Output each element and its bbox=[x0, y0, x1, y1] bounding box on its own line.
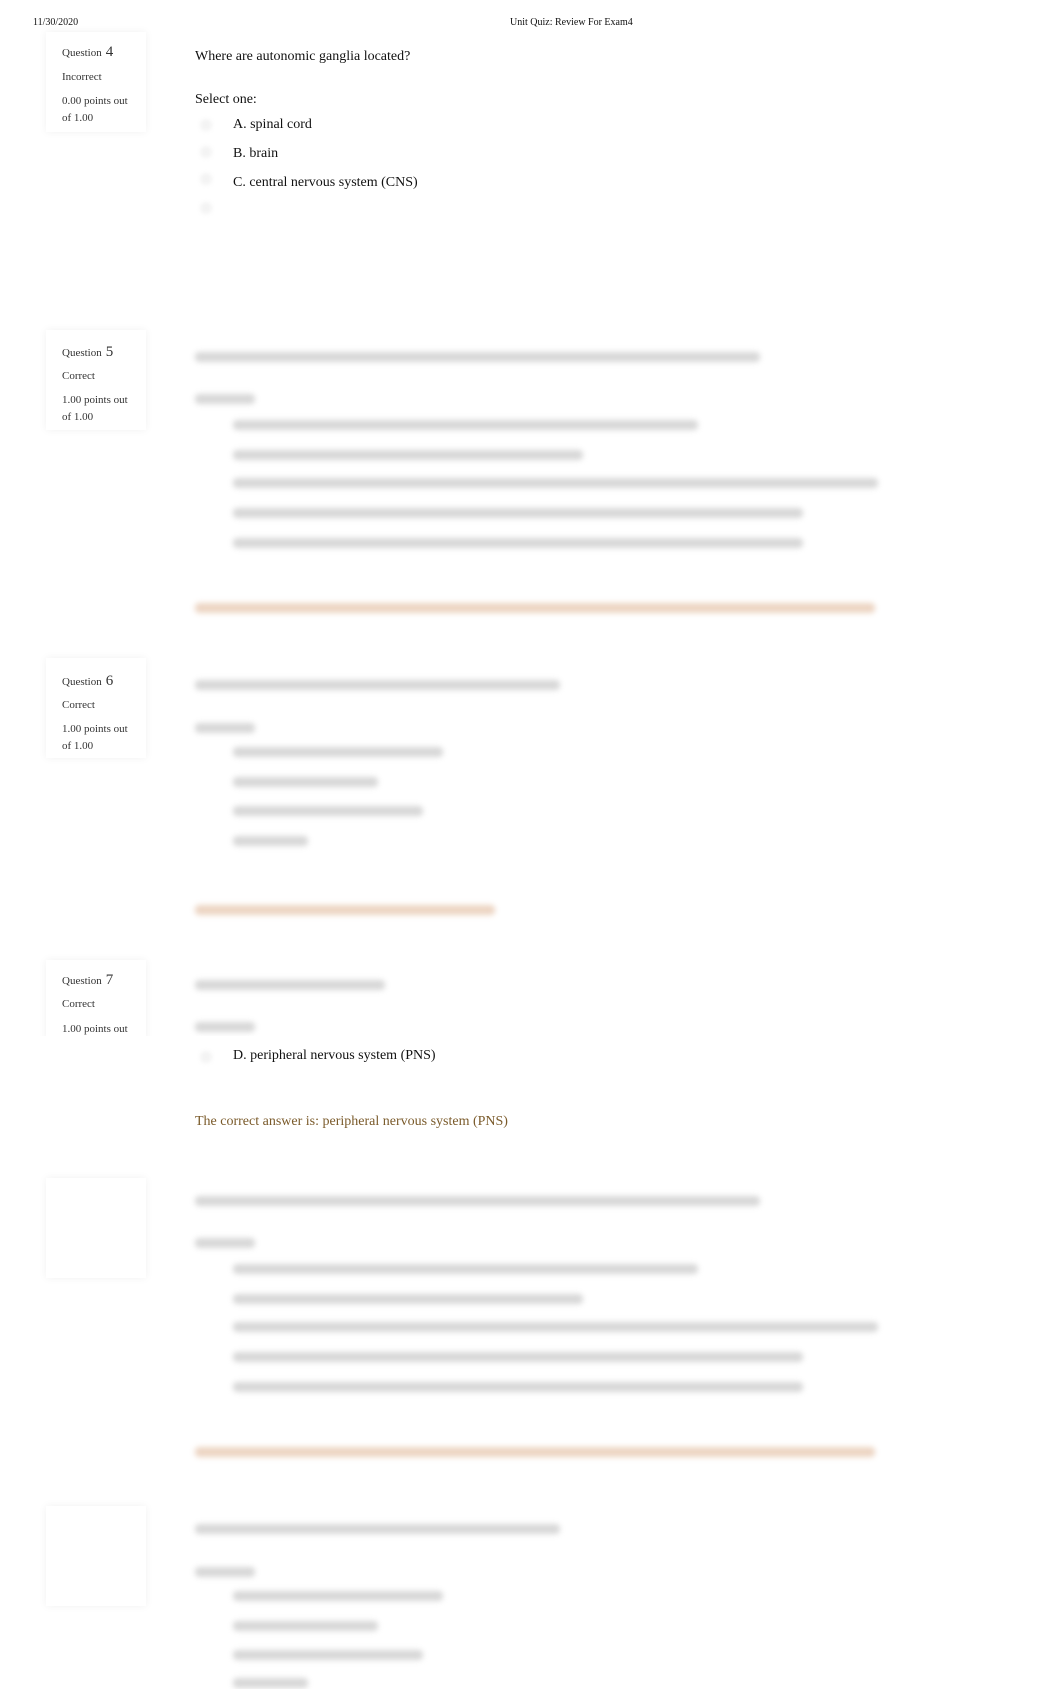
question-info-box bbox=[46, 1506, 146, 1606]
blurred-question-text bbox=[195, 1196, 760, 1206]
question-state: Incorrect bbox=[62, 71, 102, 83]
blurred-option bbox=[233, 1650, 423, 1660]
blurred-feedback bbox=[195, 603, 875, 613]
question-label: Question 6 bbox=[62, 673, 113, 690]
blurred-prompt bbox=[195, 394, 255, 404]
question-state: Correct bbox=[62, 998, 95, 1010]
blurred-option bbox=[233, 777, 378, 787]
blurred-option bbox=[233, 1678, 308, 1688]
print-date: 11/30/2020 bbox=[33, 17, 79, 28]
points-line-1: 1.00 points out bbox=[62, 394, 128, 406]
question-number: 4 bbox=[105, 44, 114, 60]
question-label-text: Question bbox=[62, 347, 102, 359]
page-title: Unit Quiz: Review For Exam4 bbox=[510, 17, 633, 28]
option-d[interactable]: D. peripheral nervous system (PNS) bbox=[233, 1048, 436, 1064]
question-points: 1.00 points out of 1.00 bbox=[62, 721, 128, 755]
question-label-text: Question bbox=[62, 975, 102, 987]
question-label: Question 4 bbox=[62, 44, 113, 61]
blurred-feedback bbox=[195, 905, 495, 915]
points-line-1: 1.00 points out bbox=[62, 723, 128, 735]
question-state: Correct bbox=[62, 370, 95, 382]
blurred-option bbox=[233, 1322, 878, 1332]
blurred-option bbox=[233, 747, 443, 757]
blurred-prompt bbox=[195, 723, 255, 733]
question-text: Where are autonomic ganglia located? bbox=[195, 49, 411, 64]
option-c[interactable]: C. central nervous system (CNS) bbox=[233, 175, 418, 191]
blurred-question-text bbox=[195, 680, 560, 690]
question-label: Question 7 bbox=[62, 972, 113, 989]
question-points: 1.00 points out of 1.00 bbox=[62, 392, 128, 426]
blurred-option bbox=[233, 836, 308, 846]
question-label-text: Question bbox=[62, 676, 102, 688]
question-number: 7 bbox=[105, 972, 114, 988]
blurred-option bbox=[233, 478, 878, 488]
question-state: Correct bbox=[62, 699, 95, 711]
correct-answer-feedback: The correct answer is: peripheral nervou… bbox=[195, 1114, 508, 1129]
radio-option-c[interactable] bbox=[200, 173, 212, 185]
blurred-option bbox=[233, 806, 423, 816]
select-prompt: Select one: bbox=[195, 92, 257, 107]
blurred-option bbox=[233, 1382, 803, 1392]
blurred-option bbox=[233, 1294, 583, 1304]
blurred-option bbox=[233, 450, 583, 460]
question-info-box bbox=[46, 1178, 146, 1278]
blurred-option bbox=[233, 1352, 803, 1362]
radio-option-d[interactable] bbox=[200, 1051, 212, 1063]
option-a[interactable]: A. spinal cord bbox=[233, 117, 312, 133]
blurred-option bbox=[233, 1264, 698, 1274]
option-b[interactable]: B. brain bbox=[233, 146, 278, 162]
blurred-feedback bbox=[195, 1447, 875, 1457]
radio-option-d[interactable] bbox=[200, 202, 212, 214]
points-line-2: of 1.00 bbox=[62, 411, 94, 423]
blurred-question-text bbox=[195, 352, 760, 362]
blurred-option bbox=[233, 1591, 443, 1601]
page-cut bbox=[0, 1036, 1062, 1116]
points-line-1: 0.00 points out bbox=[62, 95, 128, 107]
points-line-2: of 1.00 bbox=[62, 112, 94, 124]
question-label-text: Question bbox=[62, 47, 102, 59]
question-points: 0.00 points out of 1.00 bbox=[62, 93, 128, 127]
blurred-question-text bbox=[195, 1524, 560, 1534]
blurred-prompt bbox=[195, 1238, 255, 1248]
blurred-option bbox=[233, 508, 803, 518]
points-line-2: of 1.00 bbox=[62, 740, 94, 752]
question-number: 5 bbox=[105, 344, 114, 360]
blurred-option bbox=[233, 1621, 378, 1631]
blurred-option bbox=[233, 420, 698, 430]
blurred-prompt bbox=[195, 1567, 255, 1577]
blurred-question-text bbox=[195, 980, 385, 990]
question-number: 6 bbox=[105, 673, 114, 689]
radio-option-b[interactable] bbox=[200, 146, 212, 158]
radio-option-a[interactable] bbox=[200, 119, 212, 131]
blurred-option bbox=[233, 538, 803, 548]
question-label: Question 5 bbox=[62, 344, 113, 361]
blurred-prompt bbox=[195, 1022, 255, 1032]
